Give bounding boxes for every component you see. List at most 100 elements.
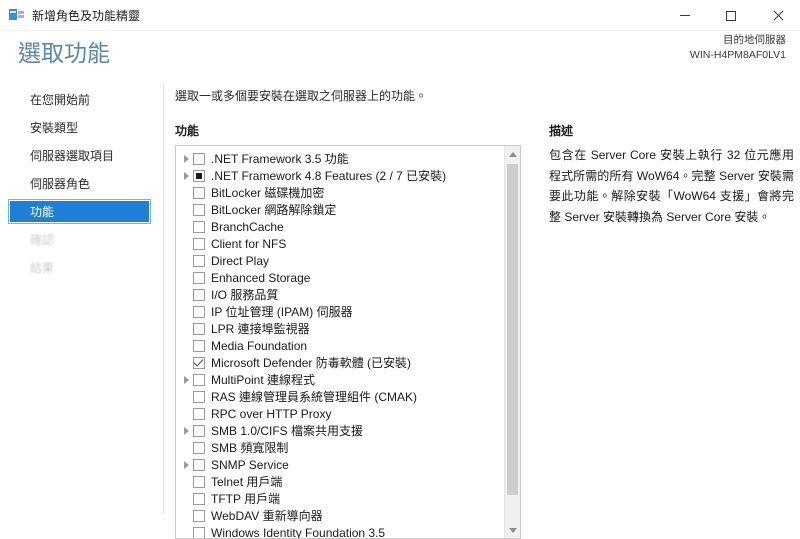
window-title: 新增角色及功能精靈 [32,8,141,23]
feature-row[interactable]: Media Foundation [176,337,504,354]
feature-checkbox[interactable] [193,254,205,267]
feature-checkbox[interactable] [193,288,205,301]
nav-item-3[interactable]: 伺服器角色 [0,173,163,194]
expand-chevron-icon[interactable] [180,169,193,182]
feature-checkbox[interactable] [193,458,205,471]
features-scrollbar[interactable] [504,146,520,538]
scroll-up-button[interactable] [505,146,520,162]
feature-row[interactable]: RPC over HTTP Proxy [176,405,504,422]
feature-checkbox[interactable] [193,475,205,488]
feature-checkbox[interactable] [193,220,205,233]
chevron-up-icon [508,151,517,157]
nav-item-4[interactable]: 功能 [8,199,151,224]
feature-checkbox[interactable] [193,152,205,165]
feature-row[interactable]: BranchCache [176,218,504,235]
nav-item-6: 結果 [30,261,55,275]
feature-label: RAS 連線管理員系統管理組件 (CMAK) [211,389,418,404]
feature-label: Direct Play [211,253,270,268]
destination-server: 目的地伺服器 WIN-H4PM8AF0LV1 [690,33,786,63]
maximize-button[interactable] [708,0,754,31]
expand-chevron-icon[interactable] [180,373,193,386]
feature-checkbox[interactable] [193,356,205,369]
nav-item-5: 確認 [30,233,55,247]
nav-item-0[interactable]: 在您開始前 [0,89,163,110]
feature-checkbox[interactable] [193,441,205,454]
nav-item-1[interactable]: 安裝類型 [0,117,163,138]
feature-row[interactable]: TFTP 用戶端 [176,490,504,507]
feature-checkbox[interactable] [193,305,205,318]
feature-checkbox[interactable] [193,407,205,420]
feature-row[interactable]: BitLocker 網路解除鎖定 [176,201,504,218]
feature-row[interactable]: LPR 連接埠監視器 [176,320,504,337]
feature-row[interactable]: I/O 服務品質 [176,286,504,303]
main-content: 選取一或多個要安裝在選取之伺服器上的功能。 功能 .NET Framework … [163,75,800,539]
feature-checkbox[interactable] [193,186,205,199]
feature-checkbox[interactable] [193,526,205,538]
expand-chevron-icon[interactable] [180,424,193,437]
description-column: 描述 包含在 Server Core 安裝上執行 32 位元應用程式所需的所有 … [521,122,800,539]
feature-row[interactable]: MultiPoint 連線程式 [176,371,504,388]
wizard-nav: 在您開始前安裝類型伺服器選取項目 伺服器角色功能確認結果 [0,75,163,539]
scroll-down-button[interactable] [505,522,520,538]
features-column: 功能 .NET Framework 3.5 功能 .NET Framework 4… [175,122,521,539]
feature-row[interactable]: Direct Play [176,252,504,269]
feature-checkbox[interactable] [193,237,205,250]
expand-chevron-icon[interactable] [180,458,193,471]
nav-item-2[interactable]: 伺服器選取項目 [0,145,163,166]
feature-row[interactable]: Client for NFS [176,235,504,252]
feature-row[interactable]: SMB 1.0/CIFS 檔案共用支援 [176,422,504,439]
chevron-down-icon [508,527,517,533]
feature-checkbox[interactable] [193,424,205,437]
feature-row[interactable]: WebDAV 重新導向器 [176,507,504,524]
feature-label: SNMP Service [211,457,289,472]
feature-row[interactable]: SNMP Service [176,456,504,473]
description-text: 包含在 Server Core 安裝上執行 32 位元應用程式所需的所有 WoW… [549,148,794,224]
expand-chevron-icon[interactable] [180,152,193,165]
feature-row[interactable]: Windows Identity Foundation 3.5 [176,524,504,538]
feature-row[interactable]: BitLocker 磁碟機加密 [176,184,504,201]
feature-label: BitLocker 磁碟機加密 [211,185,325,200]
feature-row[interactable]: RAS 連線管理員系統管理組件 (CMAK) [176,388,504,405]
scrollbar-thumb[interactable] [507,164,518,496]
feature-label: BitLocker 網路解除鎖定 [211,202,337,217]
feature-checkbox[interactable] [193,492,205,505]
scrollbar-track[interactable] [505,162,520,522]
close-button[interactable] [754,0,800,31]
feature-row[interactable]: Microsoft Defender 防毒軟體 (已安裝) [176,354,504,371]
feature-checkbox[interactable] [193,373,205,386]
feature-row[interactable]: IP 位址管理 (IPAM) 伺服器 [176,303,504,320]
server-manager-icon [9,7,25,23]
feature-checkbox[interactable] [193,322,205,335]
feature-row[interactable]: Enhanced Storage [176,269,504,286]
feature-checkbox[interactable] [193,271,205,284]
minimize-button[interactable] [662,0,708,31]
feature-label: MultiPoint 連線程式 [211,372,316,387]
features-listbox[interactable]: .NET Framework 3.5 功能 .NET Framework 4.8 … [175,145,521,539]
feature-checkbox[interactable] [193,203,205,216]
feature-label: LPR 連接埠監視器 [211,321,310,336]
feature-row[interactable]: .NET Framework 4.8 Features (2 / 7 已安裝) [176,167,504,184]
feature-row[interactable]: SMB 頻寬限制 [176,439,504,456]
header-band: 選取功能 目的地伺服器 WIN-H4PM8AF0LV1 [0,31,800,75]
feature-checkbox[interactable] [193,339,205,352]
feature-row[interactable]: Telnet 用戶端 [176,473,504,490]
description-heading: 描述 [549,124,574,138]
feature-row[interactable]: .NET Framework 3.5 功能 [176,150,504,167]
features-heading: 功能 [175,124,200,138]
feature-checkbox[interactable] [193,169,205,182]
feature-checkbox[interactable] [193,390,205,403]
feature-checkbox[interactable] [193,509,205,522]
